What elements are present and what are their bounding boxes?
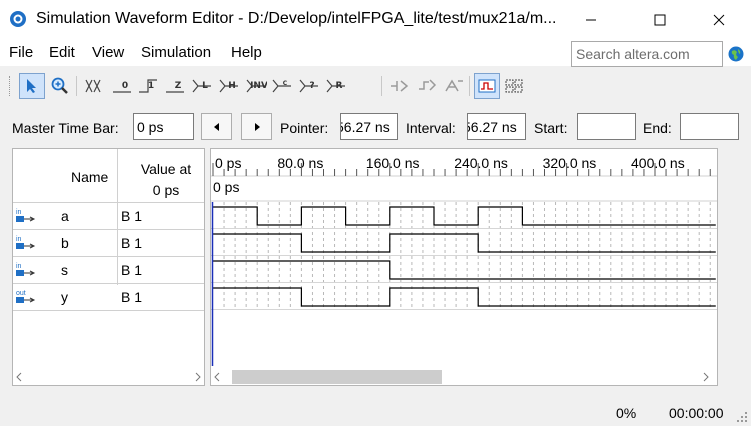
start-label: Start: xyxy=(534,120,568,136)
value-column-header[interactable]: Value at 0 ps xyxy=(131,159,201,201)
signal-list-scrollbar[interactable] xyxy=(12,368,205,386)
value-column-header-text: Value at 0 ps xyxy=(140,161,192,198)
signal-row[interactable]: in s B 1 xyxy=(13,256,204,284)
svg-text:out: out xyxy=(16,290,26,297)
force-high-impedance-icon[interactable]: Z xyxy=(162,73,188,99)
force-unknown-icon[interactable] xyxy=(82,73,108,99)
interval-label: Interval: xyxy=(406,120,456,136)
waveform-a xyxy=(213,206,716,226)
master-time-bar-label: Master Time Bar: xyxy=(12,120,119,136)
waveform-y xyxy=(213,287,716,307)
menu-help[interactable]: Help xyxy=(231,44,262,61)
waveform-b xyxy=(213,233,716,253)
toolbar-separator xyxy=(76,76,77,96)
grid-view-icon[interactable] xyxy=(501,73,527,99)
signal-list-panel: Name Value at 0 ps in a B 1 in b B 1 in s B 1 out… xyxy=(12,148,205,386)
count-value-icon[interactable]: C xyxy=(269,73,295,99)
master-time-bar-field[interactable]: 0 ps xyxy=(133,113,194,140)
count-value-glyph: C xyxy=(283,80,288,87)
waveform-s xyxy=(213,260,716,280)
resize-grip-icon[interactable] xyxy=(737,410,748,426)
signal-name: y xyxy=(61,289,68,305)
interval-field: 56.27 ns xyxy=(467,113,526,140)
waveform-view-icon[interactable] xyxy=(474,73,500,99)
close-icon[interactable] xyxy=(696,6,742,34)
toolbar-separator xyxy=(381,76,382,96)
force-high-glyph: 1 xyxy=(148,81,154,91)
menu-simulation[interactable]: Simulation xyxy=(141,44,211,61)
search-input[interactable]: Search altera.com xyxy=(571,41,723,67)
row-divider xyxy=(13,310,204,311)
waveform-panel[interactable]: 0 ps 80.0 ns 160.0 ns 240.0 ns 320.0 ns 400.0… xyxy=(210,148,718,386)
previous-transition-button[interactable] xyxy=(201,113,232,140)
signal-value: B 1 xyxy=(121,235,143,251)
elapsed-time-status: 00:00:00 xyxy=(669,405,724,421)
pointer-field: 56.27 ns xyxy=(340,113,398,140)
input-pin-icon: in xyxy=(15,234,37,252)
arbitrary-value-icon[interactable]: ? xyxy=(296,73,322,99)
signal-name: a xyxy=(61,208,69,224)
search-placeholder: Search altera.com xyxy=(576,46,690,62)
input-pin-icon: in xyxy=(15,207,37,225)
svg-text:in: in xyxy=(16,209,22,216)
scrollbar-thumb xyxy=(232,370,442,384)
force-high-icon[interactable]: 1 xyxy=(135,73,161,99)
app-icon xyxy=(9,10,27,28)
signal-row[interactable]: in a B 1 xyxy=(13,202,204,230)
input-pin-icon: in xyxy=(15,261,37,279)
signal-value: B 1 xyxy=(121,289,143,305)
next-transition-button[interactable] xyxy=(241,113,272,140)
signal-name: s xyxy=(61,262,68,278)
name-column-header[interactable]: Name xyxy=(71,169,108,185)
pointer-label: Pointer: xyxy=(280,120,329,136)
force-low-icon[interactable]: 0 xyxy=(109,73,135,99)
output-pin-icon: out xyxy=(15,288,37,306)
waveform-canvas[interactable] xyxy=(211,149,718,385)
force-weak-high-glyph: H xyxy=(228,81,236,91)
toolbar-separator xyxy=(469,76,470,96)
end-field[interactable] xyxy=(680,113,739,140)
maximize-icon[interactable] xyxy=(637,6,683,34)
end-label: End: xyxy=(643,120,672,136)
signal-name: b xyxy=(61,235,69,251)
start-field[interactable] xyxy=(577,113,636,140)
invert-icon[interactable]: INV xyxy=(243,73,269,99)
run-timing-simulation-icon[interactable] xyxy=(414,73,440,99)
signal-row[interactable]: in b B 1 xyxy=(13,229,204,257)
window-title: Simulation Waveform Editor - D:/Develop/… xyxy=(36,10,557,27)
signal-value: B 1 xyxy=(121,262,143,278)
title-bar: Simulation Waveform Editor - D:/Develop/… xyxy=(0,0,751,40)
globe-icon[interactable] xyxy=(728,46,744,62)
svg-text:in: in xyxy=(16,263,22,270)
force-high-impedance-glyph: Z xyxy=(175,81,182,91)
generate-netlist-icon[interactable] xyxy=(441,73,467,99)
progress-status: 0% xyxy=(616,405,637,421)
invert-glyph: INV xyxy=(250,81,267,91)
force-low-glyph: 0 xyxy=(122,81,128,91)
select-tool-icon[interactable] xyxy=(19,73,45,99)
svg-text:in: in xyxy=(16,236,22,243)
random-value-glyph: R xyxy=(336,81,343,91)
force-weak-low-glyph: L xyxy=(202,81,208,91)
menu-view[interactable]: View xyxy=(92,44,124,61)
run-functional-simulation-icon[interactable] xyxy=(386,73,412,99)
arbitrary-value-glyph: ? xyxy=(309,81,314,91)
zoom-tool-icon[interactable] xyxy=(47,73,73,99)
menu-file[interactable]: File xyxy=(9,44,33,61)
force-weak-low-icon[interactable]: L xyxy=(189,73,215,99)
minimize-icon[interactable] xyxy=(568,6,614,34)
signal-row[interactable]: out y B 1 xyxy=(13,283,204,311)
signal-value: B 1 xyxy=(121,208,143,224)
force-weak-high-icon[interactable]: H xyxy=(216,73,242,99)
menu-edit[interactable]: Edit xyxy=(49,44,75,61)
random-value-icon[interactable]: R xyxy=(323,73,349,99)
toolbar-grip xyxy=(9,76,12,96)
waveform-horizontal-scrollbar[interactable] xyxy=(210,368,718,386)
